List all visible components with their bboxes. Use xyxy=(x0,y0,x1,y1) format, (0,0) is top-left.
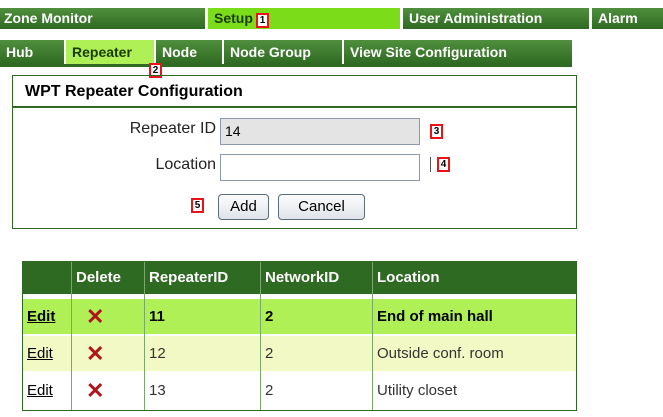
repeater-config-panel: WPT Repeater Configuration Repeater ID 1… xyxy=(12,75,577,229)
edit-cell: Edit xyxy=(23,336,72,371)
subnav-underline xyxy=(0,64,572,67)
top-nav: Zone Monitor Setup User Administration A… xyxy=(0,0,663,34)
marker-4-tick xyxy=(430,157,431,172)
location-field[interactable] xyxy=(220,154,420,181)
tab-node-group[interactable]: Node Group xyxy=(224,40,342,64)
edit-cell: Edit xyxy=(23,373,72,408)
header-delete: Delete xyxy=(72,262,145,294)
marker-3: 3 xyxy=(430,124,443,139)
location-cell: Utility closet xyxy=(377,382,458,399)
location-cell: End of main hall xyxy=(377,308,493,325)
delete-x-icon[interactable]: ✕ xyxy=(76,341,104,366)
repeater-id-field[interactable]: 14 xyxy=(220,118,420,145)
network-id-cell: 2 xyxy=(265,382,274,399)
marker-5: 5 xyxy=(191,198,204,213)
repeater-id-label: Repeater ID xyxy=(129,120,216,137)
tab-view-site-configuration[interactable]: View Site Configuration xyxy=(344,40,572,64)
delete-x-icon[interactable]: ✕ xyxy=(76,304,104,329)
column-divider xyxy=(71,262,72,410)
network-id-cell: 2 xyxy=(265,308,274,325)
table-row: Edit ✕ 13 2 Utility closet xyxy=(23,373,576,408)
table-row: Edit ✕ 11 2 End of main hall xyxy=(23,299,576,334)
delete-cell: ✕ xyxy=(72,373,145,408)
tab-hub[interactable]: Hub xyxy=(0,40,64,64)
column-divider xyxy=(372,262,373,410)
marker-1: 1 xyxy=(256,13,269,28)
repeater-id-cell: 11 xyxy=(149,308,165,325)
table-row: Edit ✕ 12 2 Outside conf. room xyxy=(23,336,576,371)
tab-repeater[interactable]: Repeater xyxy=(66,40,154,64)
header-location: Location xyxy=(373,262,576,294)
network-id-cell: 2 xyxy=(265,345,274,362)
delete-cell: ✕ xyxy=(72,336,145,371)
nav-user-administration[interactable]: User Administration xyxy=(403,8,589,29)
location-label: Location xyxy=(155,156,217,173)
column-divider xyxy=(144,262,145,410)
column-divider xyxy=(260,262,261,410)
cancel-button[interactable]: Cancel xyxy=(278,194,365,220)
header-network-id: NetworkID xyxy=(261,262,373,294)
edit-cell: Edit xyxy=(23,299,72,334)
edit-link[interactable]: Edit xyxy=(27,382,53,399)
repeater-id-cell: 12 xyxy=(149,345,166,362)
delete-x-icon[interactable]: ✕ xyxy=(76,378,104,403)
tab-node[interactable]: Node xyxy=(156,40,222,64)
delete-cell: ✕ xyxy=(72,299,145,334)
header-repeater-id: RepeaterID xyxy=(145,262,261,294)
nav-alarm[interactable]: Alarm xyxy=(592,8,663,29)
location-cell: Outside conf. room xyxy=(377,345,504,362)
repeater-id-cell: 13 xyxy=(149,382,166,399)
edit-link[interactable]: Edit xyxy=(27,308,55,325)
panel-title: WPT Repeater Configuration xyxy=(13,76,576,108)
nav-zone-monitor[interactable]: Zone Monitor xyxy=(0,8,205,29)
nav-setup[interactable]: Setup xyxy=(208,8,400,29)
marker-4: 4 xyxy=(437,157,450,172)
repeater-table: Delete RepeaterID NetworkID Location Edi… xyxy=(22,261,577,411)
add-button[interactable]: Add xyxy=(218,194,269,220)
header-edit xyxy=(23,262,72,294)
edit-link[interactable]: Edit xyxy=(27,345,53,362)
